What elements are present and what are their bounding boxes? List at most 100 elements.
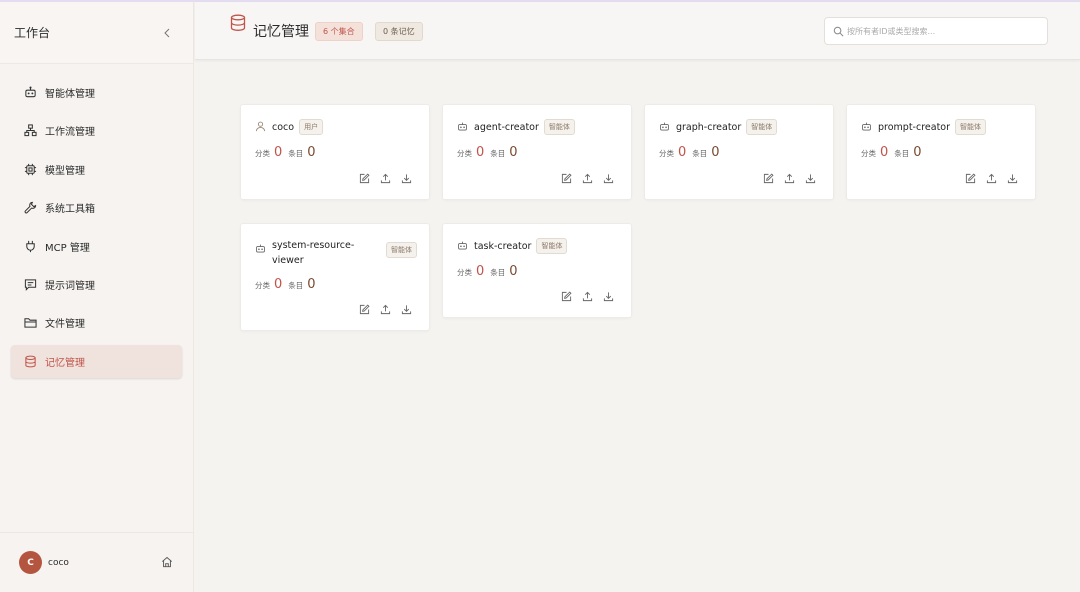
- sidebar-item-label: 工作流管理: [45, 127, 95, 139]
- search-box: [824, 17, 1048, 45]
- category-count: 0: [476, 264, 485, 279]
- robot-icon: [255, 243, 267, 255]
- download-icon[interactable]: [603, 291, 615, 303]
- sidebar-item-workflows[interactable]: 工作流管理: [11, 114, 182, 147]
- card-type-tag: 智能体: [536, 238, 568, 254]
- entry-count: 0: [913, 145, 922, 160]
- database-icon: [23, 354, 37, 368]
- robot-icon: [457, 121, 469, 133]
- entry-count: 0: [307, 145, 316, 160]
- sidebar-item-label: 记忆管理: [45, 357, 85, 369]
- memory-card-agent-creator[interactable]: agent-creator 智能体 分类 0 条目 0: [442, 104, 632, 200]
- edit-icon[interactable]: [763, 173, 775, 185]
- category-label: 分类: [255, 149, 270, 158]
- sidebar-item-mcp[interactable]: MCP 管理: [11, 230, 182, 263]
- download-icon[interactable]: [401, 173, 413, 185]
- robot-icon: [659, 121, 671, 133]
- memory-card-task-creator[interactable]: task-creator 智能体 分类 0 条目 0: [442, 223, 632, 318]
- entry-label: 条目: [490, 268, 506, 277]
- page-header: 记忆管理 6 个集合 0 条记忆: [195, 2, 1080, 60]
- robot-icon: [23, 86, 37, 100]
- card-type-tag: 智能体: [955, 119, 987, 135]
- entry-label: 条目: [288, 149, 304, 158]
- sidebar-item-files[interactable]: 文件管理: [11, 306, 182, 339]
- sidebar-nav: 智能体管理 工作流管理 模型管理 系统工具箱 MCP 管理 提示词管理 文件管理…: [0, 64, 193, 378]
- category-count: 0: [274, 277, 283, 292]
- memory-card-system-resource-viewer[interactable]: system-resource- viewer 智能体 分类 0 条目 0: [240, 223, 430, 331]
- entry-count: 0: [711, 145, 720, 160]
- card-name: agent-creator: [474, 121, 539, 133]
- upload-icon[interactable]: [784, 173, 796, 185]
- robot-icon: [457, 240, 469, 252]
- upload-icon[interactable]: [380, 173, 392, 185]
- user-icon: [255, 121, 267, 133]
- sidebar-title: 工作台: [14, 26, 51, 40]
- entry-count: 0: [307, 277, 316, 292]
- plug-icon: [23, 239, 37, 253]
- chevron-left-icon[interactable]: [163, 28, 171, 38]
- sidebar-item-label: 系统工具箱: [45, 204, 95, 216]
- page-title: 记忆管理: [253, 24, 309, 40]
- robot-icon: [861, 121, 873, 133]
- edit-icon[interactable]: [965, 173, 977, 185]
- entry-label: 条目: [490, 149, 506, 158]
- sidebar-item-tools[interactable]: 系统工具箱: [11, 191, 182, 224]
- card-name-line1: system-resource-: [272, 240, 355, 251]
- upload-icon[interactable]: [986, 173, 998, 185]
- edit-icon[interactable]: [359, 304, 371, 316]
- download-icon[interactable]: [1007, 173, 1019, 185]
- sidebar-item-prompts[interactable]: 提示词管理: [11, 268, 182, 301]
- folder-icon: [23, 316, 37, 330]
- memories-count-badge: 0 条记忆: [375, 22, 423, 41]
- category-label: 分类: [255, 281, 270, 290]
- category-count: 0: [880, 145, 889, 160]
- sidebar-item-label: 提示词管理: [45, 280, 95, 292]
- home-icon[interactable]: [161, 556, 175, 570]
- category-label: 分类: [457, 149, 472, 158]
- card-type-tag: 智能体: [543, 119, 575, 135]
- category-count: 0: [678, 145, 687, 160]
- card-type-tag: 用户: [299, 119, 324, 135]
- message-icon: [23, 277, 37, 291]
- entry-label: 条目: [288, 281, 304, 290]
- sidebar-footer: C coco: [0, 532, 193, 592]
- entry-label: 条目: [894, 149, 910, 158]
- entry-label: 条目: [692, 149, 708, 158]
- card-name: prompt-creator: [878, 121, 951, 133]
- category-label: 分类: [861, 149, 876, 158]
- sidebar-item-label: MCP 管理: [45, 242, 90, 254]
- wrench-icon: [23, 201, 37, 215]
- sidebar-item-agents[interactable]: 智能体管理: [11, 76, 182, 109]
- card-name: graph-creator: [676, 121, 742, 133]
- search-input[interactable]: [847, 26, 1037, 36]
- search-icon: [833, 26, 844, 37]
- workflow-icon: [23, 124, 37, 138]
- entry-count: 0: [509, 145, 518, 160]
- avatar[interactable]: C: [19, 551, 42, 574]
- upload-icon[interactable]: [582, 173, 594, 185]
- memory-card-coco[interactable]: coco 用户 分类 0 条目 0: [240, 104, 430, 200]
- user-name: coco: [48, 557, 69, 568]
- sidebar-item-models[interactable]: 模型管理: [11, 153, 182, 186]
- database-icon: [230, 14, 246, 32]
- sidebar-item-label: 模型管理: [45, 165, 85, 177]
- upload-icon[interactable]: [380, 304, 392, 316]
- card-name-line2: viewer: [272, 255, 304, 266]
- download-icon[interactable]: [805, 173, 817, 185]
- edit-icon[interactable]: [561, 291, 573, 303]
- edit-icon[interactable]: [561, 173, 573, 185]
- download-icon[interactable]: [401, 304, 413, 316]
- sidebar-item-label: 文件管理: [45, 319, 85, 331]
- category-label: 分类: [457, 268, 472, 277]
- card-name: coco: [272, 121, 295, 133]
- upload-icon[interactable]: [582, 291, 594, 303]
- edit-icon[interactable]: [359, 173, 371, 185]
- sidebar-item-memory[interactable]: 记忆管理: [11, 344, 182, 378]
- download-icon[interactable]: [603, 173, 615, 185]
- memory-card-prompt-creator[interactable]: prompt-creator 智能体 分类 0 条目 0: [846, 104, 1036, 200]
- category-count: 0: [476, 145, 485, 160]
- memory-card-graph-creator[interactable]: graph-creator 智能体 分类 0 条目 0: [644, 104, 834, 200]
- card-type-tag: 智能体: [746, 119, 778, 135]
- sidebar-item-label: 智能体管理: [45, 89, 95, 100]
- card-name: task-creator: [474, 240, 532, 252]
